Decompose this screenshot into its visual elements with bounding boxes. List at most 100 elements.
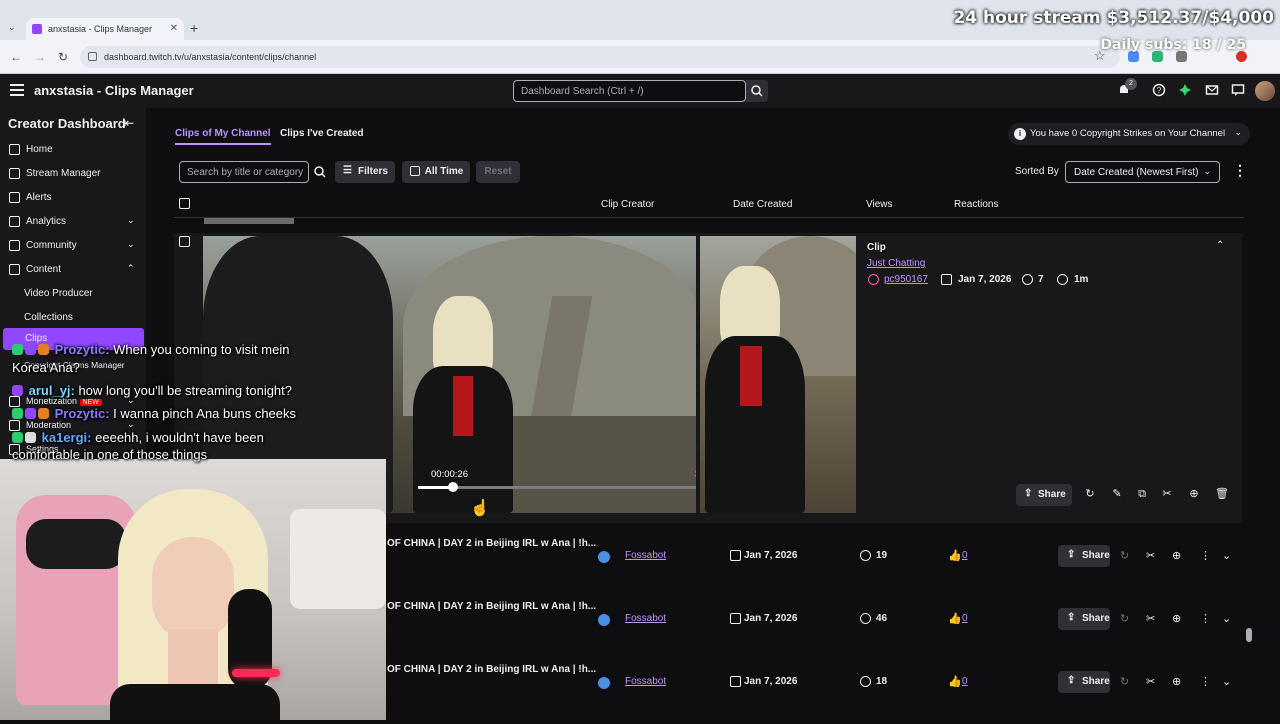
- expand-row-icon[interactable]: ⌄: [1222, 675, 1231, 688]
- sidebar-item-analytics[interactable]: Analytics ⌄: [0, 211, 146, 233]
- column-date-created[interactable]: Date Created: [733, 199, 792, 210]
- more-options-icon[interactable]: ⋮: [1200, 549, 1211, 562]
- clip-creator-link[interactable]: Fossabot: [625, 676, 666, 687]
- seek-knob[interactable]: [447, 482, 458, 492]
- clip-creator-link[interactable]: Fossabot: [625, 550, 666, 561]
- select-all-checkbox[interactable]: [179, 198, 190, 209]
- add-circle-icon[interactable]: ⊕: [1172, 549, 1181, 562]
- sidebar-item-community[interactable]: Community ⌄: [0, 235, 146, 257]
- external-link-icon[interactable]: ⧉: [1136, 488, 1148, 500]
- address-bar-row: ← → ↻ dashboard.twitch.tv/u/anxstasia/co…: [0, 40, 1280, 74]
- copyright-strikes-dropdown[interactable]: i You have 0 Copyright Strikes on Your C…: [1008, 123, 1250, 145]
- clip-category-link[interactable]: Just Chatting: [867, 258, 925, 269]
- share-button[interactable]: ⇪ Share: [1058, 671, 1110, 693]
- reload-icon[interactable]: ↻: [58, 50, 68, 64]
- clip-reactions[interactable]: 0: [962, 613, 968, 624]
- seek-bar[interactable]: [418, 482, 696, 492]
- community-icon: [9, 240, 20, 251]
- inbox-icon[interactable]: [1205, 83, 1219, 97]
- extensions-icon[interactable]: [1178, 83, 1192, 97]
- replay-icon[interactable]: ↻: [1120, 612, 1129, 625]
- expand-row-icon[interactable]: ⌄: [1222, 549, 1231, 562]
- back-icon[interactable]: ←: [10, 50, 22, 64]
- user-avatar[interactable]: [1255, 81, 1275, 101]
- trash-icon[interactable]: 🗑: [1215, 488, 1229, 500]
- new-tab-icon[interactable]: +: [190, 20, 198, 36]
- column-reactions[interactable]: Reactions: [954, 199, 998, 210]
- chat-badge-icon: [25, 344, 36, 355]
- collapse-row-icon[interactable]: ⌃: [1216, 240, 1224, 251]
- thumbs-up-icon: 👍: [948, 550, 962, 562]
- column-views[interactable]: Views: [866, 199, 893, 210]
- tab-list-chevron-icon[interactable]: ⌄: [8, 22, 16, 33]
- more-options-icon[interactable]: ⋮: [1200, 612, 1211, 625]
- chevron-down-icon: ⌄: [1234, 127, 1242, 137]
- whispers-icon[interactable]: [1231, 83, 1245, 97]
- replay-icon[interactable]: ↻: [1120, 675, 1129, 688]
- sidebar-item-home[interactable]: Home: [0, 139, 146, 161]
- current-time: 00:00:26: [431, 469, 468, 480]
- time-range-button[interactable]: All Time: [402, 161, 470, 183]
- scissors-icon[interactable]: ✂: [1146, 549, 1155, 562]
- sort-select[interactable]: Date Created (Newest First) ⌄: [1065, 161, 1220, 183]
- help-icon[interactable]: ?: [1152, 83, 1166, 97]
- replay-icon[interactable]: ↻: [1084, 488, 1096, 500]
- edit-pencil-icon[interactable]: ✎: [1111, 488, 1123, 500]
- add-circle-icon[interactable]: ⊕: [1172, 675, 1181, 688]
- clip-reactions[interactable]: 0: [962, 550, 968, 561]
- add-circle-icon[interactable]: ⊕: [1188, 488, 1200, 500]
- twitch-favicon-icon: [32, 24, 42, 34]
- home-icon: [9, 144, 20, 155]
- column-clip-creator[interactable]: Clip Creator: [601, 199, 654, 210]
- menu-icon[interactable]: [10, 84, 24, 96]
- clip-search-input[interactable]: Search by title or category: [179, 161, 309, 183]
- sidebar-item-content[interactable]: Content ⌃: [0, 259, 146, 281]
- add-circle-icon[interactable]: ⊕: [1172, 612, 1181, 625]
- filters-icon: ☰: [343, 165, 352, 176]
- share-button[interactable]: ⇪ Share: [1058, 545, 1110, 567]
- dashboard-search-input[interactable]: Dashboard Search (Ctrl + /): [513, 80, 746, 102]
- reset-button[interactable]: Reset: [476, 161, 520, 183]
- clip-title[interactable]: OF CHINA | DAY 2 in Beijing IRL w Ana | …: [387, 601, 596, 612]
- site-info-icon[interactable]: [88, 52, 97, 61]
- more-options-icon[interactable]: ⋮: [1200, 675, 1211, 688]
- views-eye-icon: [860, 550, 871, 561]
- clip-title[interactable]: OF CHINA | DAY 2 in Beijing IRL w Ana | …: [387, 664, 596, 675]
- expand-row-icon[interactable]: ⌄: [1222, 612, 1231, 625]
- share-button[interactable]: ⇪ Share: [1058, 608, 1110, 630]
- clip-thumbnail-preview[interactable]: [700, 236, 856, 513]
- clip-search-button[interactable]: [310, 161, 330, 183]
- clip-title[interactable]: OF CHINA | DAY 2 in Beijing IRL w Ana | …: [387, 538, 596, 549]
- clip-creator-link[interactable]: pc950167: [884, 274, 928, 285]
- row-checkbox[interactable]: [179, 236, 190, 247]
- search-button[interactable]: [746, 80, 768, 102]
- tab-clips-of-my-channel[interactable]: Clips of My Channel: [175, 128, 271, 145]
- tab-clips-ive-created[interactable]: Clips I've Created: [280, 128, 364, 139]
- sidebar-item-collections[interactable]: Collections: [24, 312, 73, 323]
- creator-icon: [598, 551, 610, 563]
- scissors-icon[interactable]: ✂: [1146, 612, 1155, 625]
- scrollbar-thumb[interactable]: [1246, 628, 1252, 642]
- chat-username: arul_yj:: [28, 383, 75, 398]
- scissors-icon[interactable]: ✂: [1146, 675, 1155, 688]
- sidebar-item-stream-manager[interactable]: Stream Manager: [0, 163, 146, 185]
- chat-badge-icon: [25, 408, 36, 419]
- url-field[interactable]: dashboard.twitch.tv/u/anxstasia/content/…: [80, 46, 1120, 68]
- forward-icon[interactable]: →: [34, 50, 46, 64]
- filters-button[interactable]: ☰ Filters: [335, 161, 395, 183]
- close-tab-icon[interactable]: ✕: [170, 23, 178, 34]
- share-button[interactable]: ⇪ Share: [1016, 484, 1072, 506]
- clip-reactions[interactable]: 0: [962, 676, 968, 687]
- clip-creator-link[interactable]: Fossabot: [625, 613, 666, 624]
- person-red-top: [740, 346, 762, 406]
- collapse-sidebar-icon[interactable]: ⇤: [124, 116, 134, 130]
- more-options-icon[interactable]: ⋮: [1233, 162, 1247, 179]
- replay-icon[interactable]: ↻: [1120, 549, 1129, 562]
- scissors-icon[interactable]: ✂: [1161, 488, 1173, 500]
- share-icon: ⇪: [1067, 612, 1076, 623]
- notification-count-badge: 2: [1125, 78, 1137, 90]
- browser-tab[interactable]: anxstasia - Clips Manager ✕: [26, 18, 184, 40]
- sidebar-item-alerts[interactable]: Alerts: [0, 187, 146, 209]
- chat-text: how long you'll be streaming tonight?: [78, 383, 293, 398]
- sidebar-item-video-producer[interactable]: Video Producer: [24, 288, 93, 299]
